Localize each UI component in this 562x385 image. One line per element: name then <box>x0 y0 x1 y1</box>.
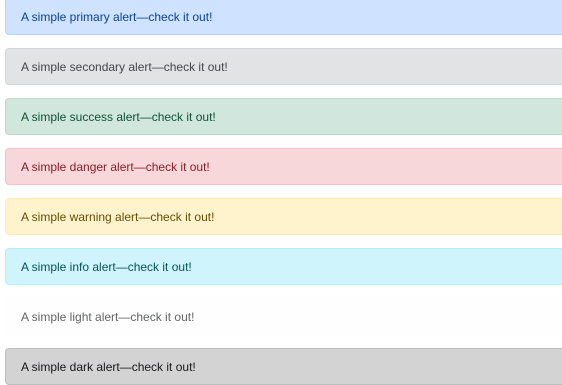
alert-warning: A simple warning alert—check it out! <box>5 198 562 235</box>
alert-list: A simple primary alert—check it out! A s… <box>0 0 562 385</box>
alert-dark: A simple dark alert—check it out! <box>5 348 562 385</box>
alert-secondary: A simple secondary alert—check it out! <box>5 48 562 85</box>
alert-warning-text: A simple warning alert—check it out! <box>21 209 215 224</box>
alert-danger: A simple danger alert—check it out! <box>5 148 562 185</box>
alert-success: A simple success alert—check it out! <box>5 98 562 135</box>
alert-info: A simple info alert—check it out! <box>5 248 562 285</box>
alert-dark-text: A simple dark alert—check it out! <box>21 359 196 374</box>
alert-primary: A simple primary alert—check it out! <box>5 0 562 35</box>
alert-info-text: A simple info alert—check it out! <box>21 259 192 274</box>
alert-danger-text: A simple danger alert—check it out! <box>21 159 210 174</box>
alert-secondary-text: A simple secondary alert—check it out! <box>21 59 228 74</box>
alert-light: A simple light alert—check it out! <box>5 298 562 335</box>
alert-primary-text: A simple primary alert—check it out! <box>21 9 213 24</box>
alert-light-text: A simple light alert—check it out! <box>21 309 195 324</box>
alert-success-text: A simple success alert—check it out! <box>21 109 216 124</box>
